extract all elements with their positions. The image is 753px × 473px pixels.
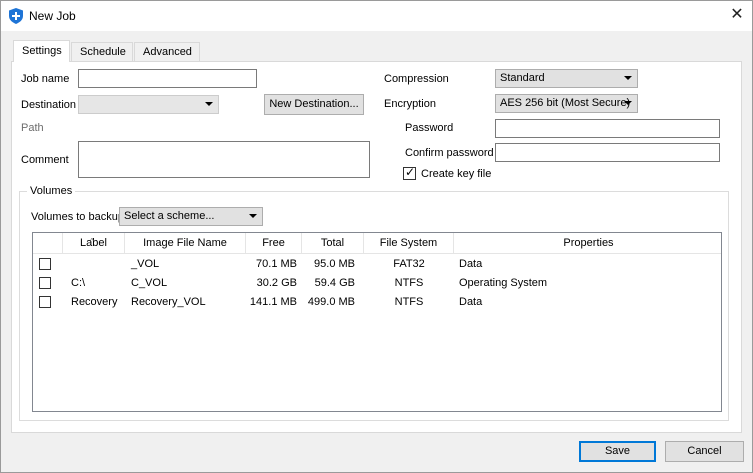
column-header-text: File System <box>379 237 438 249</box>
new-destination-button[interactable]: New Destination... <box>264 94 364 115</box>
cell-total: 59.4 GB <box>314 277 355 289</box>
compression-value: Standard <box>500 72 545 84</box>
column-header-text: Free <box>262 237 285 249</box>
cell-file-system: FAT32 <box>393 258 425 270</box>
tab-label: Schedule <box>80 46 126 58</box>
column-header-file-system[interactable]: File System <box>364 233 454 254</box>
comment-input[interactable] <box>78 141 370 178</box>
list-header: ^ Label Image File Name Free Total File … <box>33 233 721 254</box>
create-key-file-label: Create key file <box>421 168 492 180</box>
checkmark-icon: ✓ <box>405 165 416 179</box>
cell-free: 70.1 MB <box>256 258 297 270</box>
cell-file-system: NTFS <box>394 277 424 289</box>
row-checkbox[interactable] <box>39 258 51 270</box>
tab-schedule[interactable]: Schedule <box>71 42 133 61</box>
destination-select[interactable] <box>78 95 219 114</box>
title-bar: New Job ✕ <box>1 1 752 31</box>
column-header-properties[interactable]: Properties <box>454 233 721 254</box>
close-button[interactable]: ✕ <box>722 1 752 31</box>
encryption-select[interactable]: AES 256 bit (Most Secure) <box>495 94 638 113</box>
window-title: New Job <box>29 9 76 23</box>
cell-image-file-name: _VOL <box>131 258 160 270</box>
column-header-text: Properties <box>563 237 614 249</box>
cell-properties: Operating System <box>459 277 548 289</box>
scheme-select[interactable]: Select a scheme... <box>119 207 263 226</box>
save-button[interactable]: Save <box>579 441 656 462</box>
column-header-total[interactable]: Total <box>302 233 364 254</box>
cancel-button[interactable]: Cancel <box>665 441 744 462</box>
compression-select[interactable]: Standard <box>495 69 638 88</box>
chevron-down-icon <box>624 76 632 80</box>
column-header-checkbox[interactable] <box>33 233 63 254</box>
column-header-free[interactable]: Free <box>246 233 302 254</box>
create-key-file-checkbox[interactable]: ✓ <box>403 165 416 180</box>
volumes-list[interactable]: ^ Label Image File Name Free Total File … <box>32 232 722 412</box>
compression-label: Compression <box>384 73 449 85</box>
volumes-to-backup-label: Volumes to backup <box>31 211 124 223</box>
cell-total: 499.0 MB <box>307 296 355 308</box>
comment-label: Comment <box>21 154 69 166</box>
column-header-label[interactable]: ^ Label <box>63 233 125 254</box>
encryption-value: AES 256 bit (Most Secure) <box>500 97 631 109</box>
row-checkbox[interactable] <box>39 296 51 308</box>
cell-image-file-name: Recovery_VOL <box>131 296 206 308</box>
path-label: Path <box>21 122 44 134</box>
tab-advanced[interactable]: Advanced <box>134 42 200 61</box>
table-row[interactable]: C:\ C_VOL 30.2 GB 59.4 GB NTFS Operating… <box>33 274 721 293</box>
cell-image-file-name: C_VOL <box>131 277 168 289</box>
column-header-text: Total <box>320 237 345 249</box>
cell-file-system: NTFS <box>394 296 424 308</box>
tab-label: Settings <box>22 45 62 57</box>
close-icon: ✕ <box>730 6 744 23</box>
scheme-value: Select a scheme... <box>124 210 215 222</box>
tab-settings[interactable]: Settings <box>13 40 70 62</box>
cell-label: C:\ <box>71 277 86 289</box>
password-input[interactable] <box>495 119 720 138</box>
cell-label: Recovery <box>71 296 118 308</box>
cell-free: 141.1 MB <box>249 296 297 308</box>
password-label: Password <box>405 122 454 134</box>
shield-icon <box>9 8 23 24</box>
chevron-down-icon <box>624 101 632 105</box>
destination-label: Destination <box>21 99 77 111</box>
table-row[interactable]: _VOL 70.1 MB 95.0 MB FAT32 Data <box>33 255 721 274</box>
table-row[interactable]: Recovery Recovery_VOL 141.1 MB 499.0 MB … <box>33 293 721 312</box>
column-header-image-file-name[interactable]: Image File Name <box>125 233 246 254</box>
encryption-label: Encryption <box>384 98 436 110</box>
confirm-password-input[interactable] <box>495 143 720 162</box>
chevron-down-icon <box>249 214 257 218</box>
cell-properties: Data <box>459 296 483 308</box>
row-checkbox[interactable] <box>39 277 51 289</box>
cell-total: 95.0 MB <box>314 258 355 270</box>
job-name-label: Job name <box>21 73 70 85</box>
job-name-input[interactable] <box>78 69 257 88</box>
cell-properties: Data <box>459 258 483 270</box>
volumes-group-title: Volumes <box>27 185 76 197</box>
column-header-text: Image File Name <box>143 237 227 249</box>
cell-free: 30.2 GB <box>256 277 297 289</box>
confirm-password-label: Confirm password <box>405 147 494 159</box>
sort-up-icon: ^ <box>90 237 94 246</box>
chevron-down-icon <box>205 102 213 106</box>
tab-label: Advanced <box>143 46 192 58</box>
